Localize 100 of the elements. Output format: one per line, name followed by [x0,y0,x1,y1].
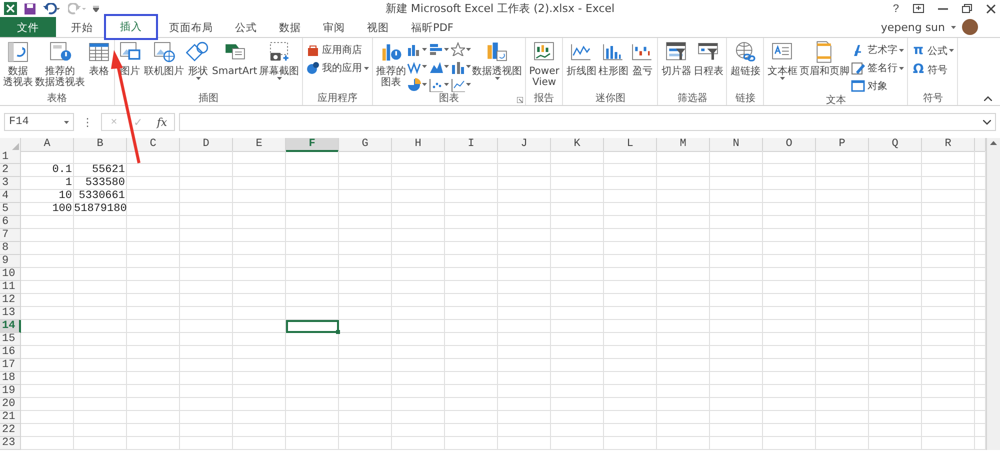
group-label: 文本 [826,94,846,107]
window-title: 新建 Microsoft Excel 工作表 (2).xlsx - Excel [385,1,615,17]
column-header[interactable]: E [233,138,286,152]
column-header[interactable]: C [127,138,180,152]
ribbon-tab[interactable]: 公式 [224,17,268,37]
column-header[interactable]: L [604,138,657,152]
row-header[interactable]: 11 [0,281,21,294]
column-header[interactable]: J [498,138,551,152]
table-cell: 0.1 [21,164,74,177]
row-header[interactable]: 10 [0,268,21,281]
symbol-icon: Ω [911,62,926,77]
file-tab[interactable]: 文件 [0,17,56,37]
table-cell: 1 [21,177,74,190]
ribbon-tab[interactable]: 视图 [356,17,400,37]
column-header[interactable]: G [339,138,392,152]
column-header[interactable]: R [922,138,975,152]
ribbon-button[interactable]: 页眉和页脚 [798,40,850,94]
ribbon-tab[interactable]: 数据 [268,17,312,37]
row-header[interactable]: 14 [0,320,21,333]
ribbon-button[interactable]: 数据透视图 [471,40,524,92]
column-header[interactable]: I [445,138,498,152]
row-header[interactable]: 9 [0,255,21,268]
table-cell: 51879180 [74,203,127,216]
row-header[interactable]: 7 [0,229,21,242]
row-header[interactable]: 19 [0,385,21,398]
ribbon-button[interactable]: 文本框 [766,40,798,94]
group-label: 报告 [534,92,554,105]
ribbon-button[interactable]: 盈亏 [629,40,656,92]
column-header[interactable]: B [74,138,127,152]
group-label: 迷你图 [595,92,626,105]
ribbon-button[interactable]: 艺术字 [850,42,906,58]
table-cell: 100 [21,203,74,216]
ribbon-button[interactable]: 我的应用 [305,60,370,76]
row-header[interactable]: 5 [0,203,21,216]
row-header[interactable]: 17 [0,359,21,372]
ribbon-button[interactable]: 推荐的 图表 [375,40,408,92]
table-cell: 55621 [74,164,127,177]
ribbon-button[interactable]: 应用商店 [305,42,370,58]
group-label: 应用程序 [318,92,358,105]
ribbon-button[interactable]: Power View [528,40,560,92]
ribbon-button[interactable]: 签名行 [850,60,906,76]
ribbon-tab[interactable]: 开始 [60,17,104,37]
table-cell: 533580 [74,177,127,190]
column-header[interactable]: N [710,138,763,152]
name-box[interactable]: F14 [4,113,74,131]
ribbon-button[interactable]: 切片器 [660,40,692,92]
row-header[interactable]: 16 [0,346,21,359]
row-header[interactable]: 8 [0,242,21,255]
symbol-icon: π [911,43,926,58]
ribbon-button[interactable]: 形状 [185,40,211,92]
row-header[interactable]: 2 [0,164,21,177]
ribbon-button[interactable]: 屏幕截图 [258,40,300,92]
row-header[interactable]: 6 [0,216,21,229]
group-label: 筛选器 [677,92,708,105]
table-cell: 10 [21,190,74,203]
row-header[interactable]: 4 [0,190,21,203]
group-label: 链接 [735,92,756,105]
column-header[interactable]: D [180,138,233,152]
row-header[interactable]: 21 [0,411,21,424]
column-header[interactable]: P [816,138,869,152]
column-header[interactable]: A [21,138,74,152]
ribbon-button[interactable]: 折线图 [565,40,598,92]
formula-bar-grip: ⋮ [81,116,94,128]
row-header[interactable]: 13 [0,307,21,320]
ribbon-tab[interactable]: 审阅 [312,17,356,37]
ribbon-button[interactable]: 日程表 [692,40,724,92]
group-label: 插图 [198,92,219,105]
column-header[interactable]: M [657,138,710,152]
column-header[interactable]: O [763,138,816,152]
row-header[interactable]: 3 [0,177,21,190]
column-header[interactable]: H [392,138,445,152]
row-header[interactable]: 12 [0,294,21,307]
table-cell: 5330661 [74,190,127,203]
ribbon-button[interactable]: 对象 [850,78,906,94]
row-header[interactable]: 1 [0,151,21,164]
formula-button[interactable]: fx [150,114,174,130]
ribbon-button[interactable]: 柱形图 [597,40,630,92]
ribbon-button[interactable]: SmartArt [211,40,258,92]
user-name[interactable]: yepeng sun [880,20,945,34]
row-header[interactable]: 15 [0,333,21,346]
ribbon-button[interactable]: Ω 符号 [910,61,956,78]
ribbon-button[interactable]: 联机图片 [143,40,185,92]
ribbon-tab[interactable]: 页面布局 [158,17,224,37]
row-header[interactable]: 18 [0,372,21,385]
ribbon-tab[interactable]: 插入 [104,14,158,40]
column-header[interactable]: F [286,138,339,152]
help-button[interactable]: ? [892,2,899,14]
row-header[interactable]: 22 [0,424,21,437]
ribbon-button[interactable]: 推荐的 数据透视表 [34,40,86,92]
row-header[interactable]: 20 [0,398,21,411]
group-label: 符号 [922,92,943,105]
ribbon-button[interactable]: 表格 [86,40,112,92]
column-header[interactable]: Q [869,138,922,152]
ribbon-tab[interactable]: 福昕PDF [400,17,464,37]
ribbon-button[interactable]: 数据 透视表 [2,40,34,92]
row-header[interactable]: 23 [0,437,21,450]
ribbon-button[interactable]: π 公式 [910,42,956,59]
ribbon-button[interactable]: 超链接 [729,40,762,92]
group-label: 图表 [439,92,460,105]
column-header[interactable]: K [551,138,604,152]
